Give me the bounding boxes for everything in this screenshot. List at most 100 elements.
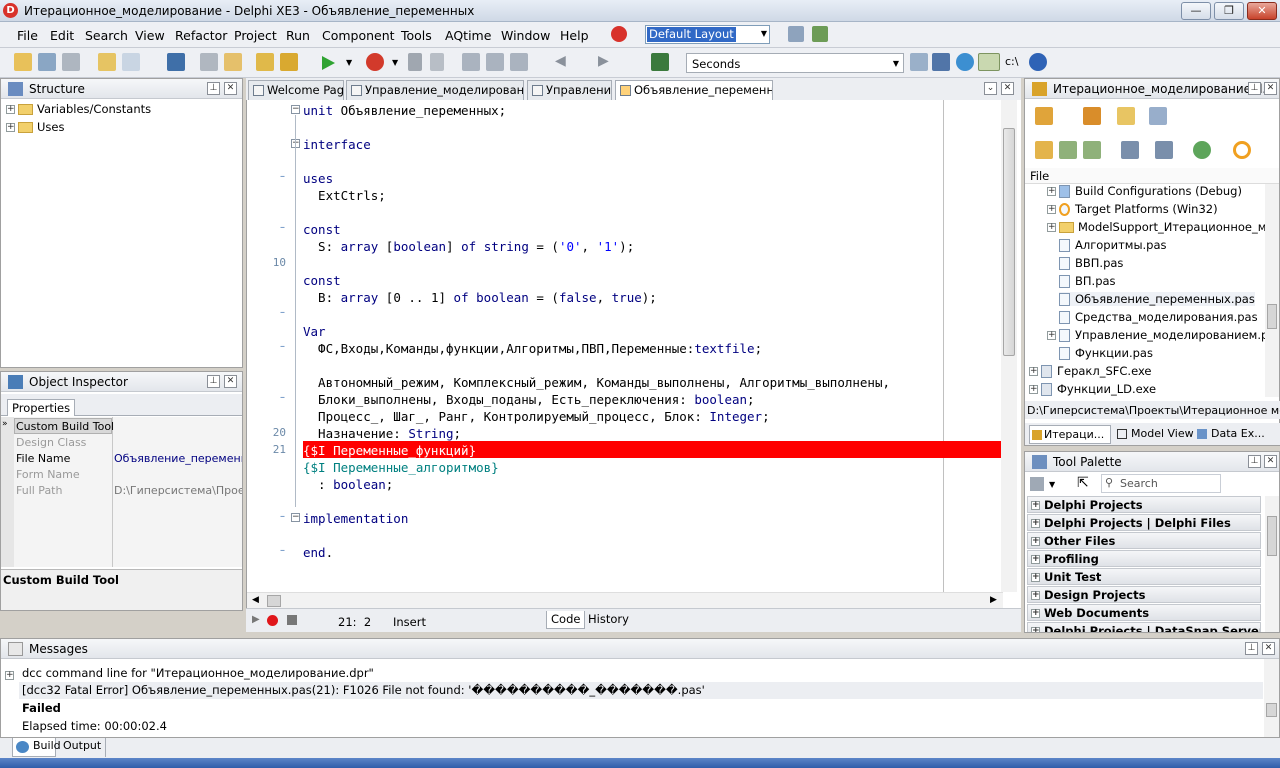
step-over-icon[interactable] [486,53,504,71]
tree-item-file[interactable]: Алгоритмы.pas [1059,238,1167,252]
categories-icon[interactable] [1030,477,1044,491]
tab-upravlenie-modelirovaniem[interactable]: Управление_моделированием [346,80,524,100]
palette-category[interactable]: + Design Projects [1027,586,1261,603]
record-macro-icon[interactable] [267,615,278,626]
palette-category[interactable]: + Delphi Projects | Delphi Files [1027,514,1261,531]
expand-icon[interactable]: + [1047,187,1056,196]
error-message[interactable]: [dcc32 Fatal Error] Объявление_переменны… [22,683,705,697]
maximize-button[interactable]: ❐ [1214,2,1244,20]
scroll-left-icon[interactable]: ◀ [252,595,259,605]
new-items-icon[interactable] [14,53,32,71]
code-line[interactable]: interface [303,136,371,153]
code-line[interactable]: const [303,272,341,289]
palette-category[interactable]: + Unit Test [1027,568,1261,585]
open-project-folder-icon[interactable] [224,53,242,71]
menu-project[interactable]: Project [234,28,277,43]
forward-arrow-icon[interactable]: ▶ [598,53,609,69]
property-value[interactable]: Объявление_переменных [114,452,242,465]
project-scroll-thumb[interactable] [1267,304,1277,329]
menu-refactor[interactable]: Refactor [175,28,227,43]
tab-output[interactable]: Output [60,738,107,757]
close-button[interactable]: ✕ [1247,2,1277,20]
palette-category[interactable]: + Profiling [1027,550,1261,567]
code-line[interactable]: Назначение: String; [303,425,461,442]
tree-item-file[interactable]: + Управление_моделированием.pas [1047,328,1279,342]
code-line[interactable]: uses [303,170,333,187]
pin-icon[interactable]: ⊥ [207,375,220,388]
build-icon[interactable] [1155,141,1173,159]
remove-from-project-icon[interactable] [280,53,298,71]
menu-tools[interactable]: Tools [401,28,432,43]
horizontal-scrollbar[interactable]: ◀ ▶ [247,592,1003,608]
book-icon[interactable] [651,53,669,71]
tab-obyavlenie-peremennyh[interactable]: Объявление_переменных [615,80,773,101]
refresh-icon[interactable] [1233,141,1251,159]
palette-category[interactable]: + Other Files [1027,532,1261,549]
tab-code[interactable]: Code [546,611,586,629]
delphi-app-icon[interactable]: D [3,3,18,18]
collapse-all-icon[interactable] [1083,141,1101,159]
code-line[interactable]: {$I Переменные_функций} [303,442,476,459]
code-line[interactable]: S: array [boolean] of string = ('0', '1'… [303,238,634,255]
globe-icon[interactable] [956,53,974,71]
expand-icon[interactable]: + [1031,573,1040,582]
code-line[interactable]: Автономный_режим, Комплексный_режим, Ком… [303,374,890,391]
save-desktop-icon[interactable] [788,26,804,42]
layout-combo[interactable]: Default Layout ▼ [645,25,770,44]
code-line[interactable]: {$I Переменные_алгоритмов} [303,459,499,476]
cursor-icon[interactable]: ⇱ [1077,475,1089,491]
code-editor[interactable]: 10 20 21 – – – – – – – − − − unit Объявл… [246,100,1021,608]
horizontal-scroll-thumb[interactable] [267,595,281,607]
expand-icon[interactable]: + [1047,223,1056,232]
tab-welcome-page[interactable]: Welcome Page [248,80,344,100]
palette-category[interactable]: + Delphi Projects [1027,496,1261,513]
expand-icon[interactable]: + [1031,555,1040,564]
tree-item-exe[interactable]: + Функции_LD.exe [1029,382,1156,396]
menu-run[interactable]: Run [286,28,310,43]
pin-icon[interactable]: ⊥ [207,82,220,95]
expand-icon[interactable]: + [1029,367,1038,376]
project-scrollbar[interactable] [1265,184,1279,397]
code-line[interactable]: Процесс_, Шаг_, Ранг, Контролируемый_про… [303,408,770,425]
expand-icon[interactable]: + [1031,519,1040,528]
add-new-project-icon[interactable] [1083,107,1101,125]
expand-icon[interactable]: + [1031,591,1040,600]
code-line[interactable]: implementation [303,510,408,527]
menu-component[interactable]: Component [322,28,395,43]
activate-icon[interactable] [1035,107,1053,125]
toggle-form-unit-icon[interactable] [200,53,218,71]
code-line[interactable]: Блоки_выполнены, Входы_поданы, Есть_пере… [303,391,755,408]
code-line[interactable]: end. [303,544,333,561]
file-column-header[interactable]: File [1025,168,1279,184]
tab-build[interactable]: Build [12,738,61,757]
palette-category[interactable]: + Delphi Projects | DataSnap Server [1027,622,1261,632]
minimize-button[interactable]: — [1181,2,1211,20]
code-line[interactable]: : boolean; [303,476,393,493]
open-icon[interactable] [122,53,140,71]
expand-icon[interactable]: + [1031,501,1040,510]
message-line[interactable]: dcc command line for "Итерационное_модел… [22,666,374,680]
pin-icon[interactable]: ⊥ [1245,642,1258,655]
run-icon[interactable] [322,56,335,70]
run-dropdown-icon[interactable]: ▼ [346,58,352,67]
pin-icon[interactable]: ⊥ [1248,82,1261,95]
save-icon[interactable] [167,53,185,71]
new-file-icon[interactable] [98,53,116,71]
menu-help[interactable]: Help [560,28,589,43]
list-icon[interactable] [1121,141,1139,159]
checkbox-toggle-icon[interactable] [978,53,1000,71]
pause-icon[interactable] [408,53,422,71]
aqtime-icon[interactable] [611,26,627,42]
close-icon[interactable]: ✕ [224,375,237,388]
tree-item-file[interactable]: Функции.pas [1059,346,1153,360]
code-line[interactable]: ExtCtrls; [303,187,386,204]
close-icon[interactable]: ✕ [1264,455,1277,468]
property-value[interactable]: D:\Гиперсистема\Проекть [114,484,242,497]
tree-item-target-platforms[interactable]: + Target Platforms (Win32) [1047,202,1218,216]
expand-all-icon[interactable] [1059,141,1077,159]
expand-icon[interactable]: + [5,668,17,682]
run-to-cursor-icon[interactable] [510,53,528,71]
tree-item-file[interactable]: Средства_моделирования.pas [1059,310,1258,324]
help-icon[interactable] [1029,53,1047,71]
palette-category[interactable]: + Web Documents [1027,604,1261,621]
